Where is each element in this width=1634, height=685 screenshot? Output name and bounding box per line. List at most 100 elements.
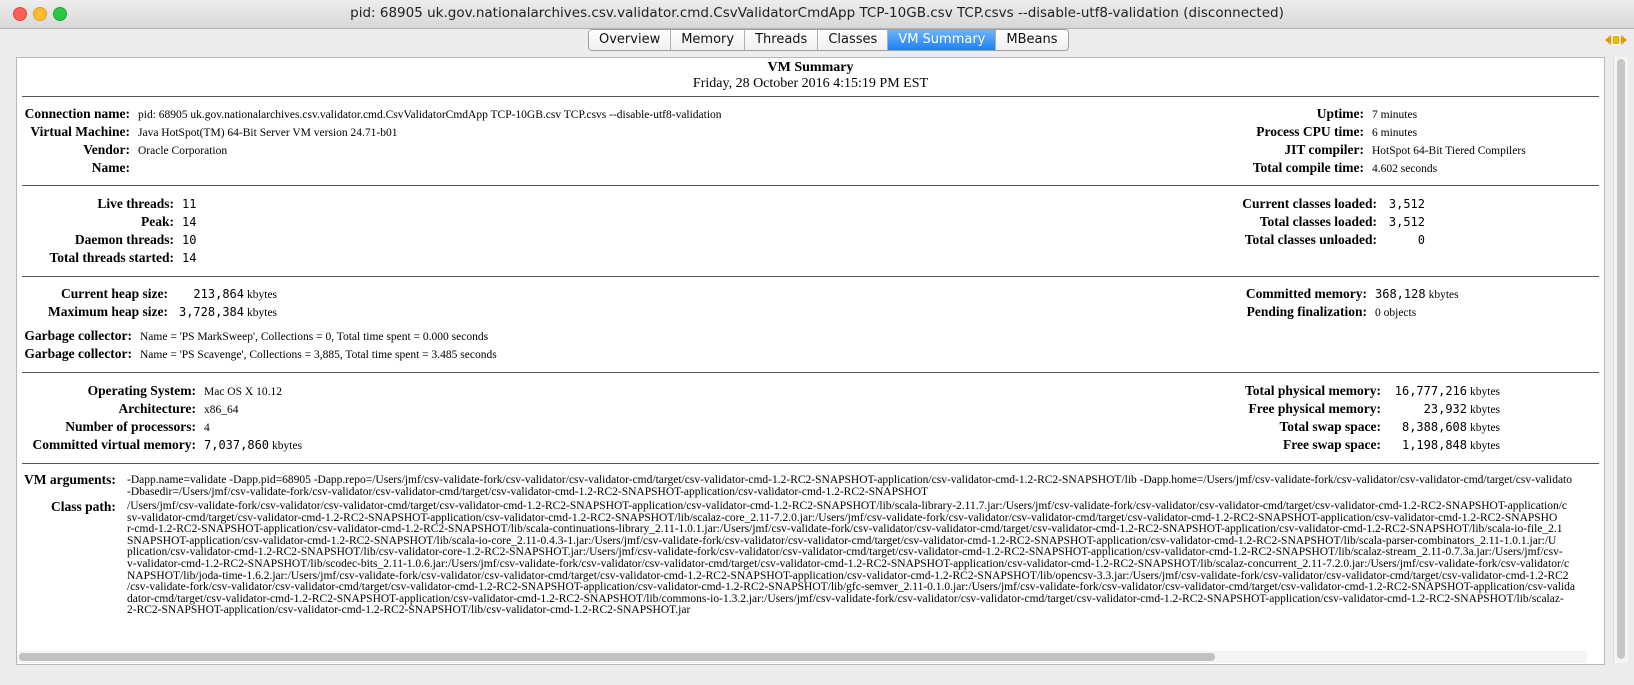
total-classes-unloaded-row: Total classes unloaded: 0 <box>1217 232 1425 250</box>
tab-overview[interactable]: Overview <box>589 30 672 50</box>
live-threads-label: Live threads: <box>97 196 174 211</box>
architecture-value: x86_64 <box>204 404 239 416</box>
total-physical-memory-row: Total physical memory: 16,777,216 kbytes <box>1217 383 1500 401</box>
committed-memory-row: Committed memory: 368,128 kbytes <box>1217 286 1459 304</box>
tab-threads[interactable]: Threads <box>745 30 819 50</box>
pending-finalization-row: Pending finalization: 0 objects <box>1217 304 1417 322</box>
tab-vm-summary[interactable]: VM Summary <box>888 30 997 50</box>
pending-finalization-label: Pending finalization: <box>1246 304 1367 319</box>
pending-finalization-value: 0 objects <box>1375 307 1417 319</box>
divider <box>22 96 1599 97</box>
process-cpu-time-value: 6 minutes <box>1372 127 1418 139</box>
tab-classes[interactable]: Classes <box>818 30 889 50</box>
committed-virtual-memory-value: 7,037,860 <box>204 438 270 452</box>
tab-memory[interactable]: Memory <box>671 30 746 50</box>
total-classes-unloaded-value: 0 <box>1417 233 1425 247</box>
total-physical-memory-unit: kbytes <box>1470 386 1501 398</box>
live-threads-value: 11 <box>182 197 197 211</box>
current-classes-loaded-row: Current classes loaded: 3,512 <box>1217 196 1425 214</box>
peak-threads-label: Peak: <box>141 214 174 229</box>
class-path-label: Class path: <box>51 499 116 514</box>
gc-value: Name = 'PS Scavenge', Collections = 3,88… <box>140 349 497 361</box>
divider <box>22 185 1599 186</box>
virtual-machine-label: Virtual Machine: <box>30 124 130 139</box>
processors-row: Number of processors: 4 <box>24 419 210 437</box>
total-threads-started-row: Total threads started: 14 <box>24 250 197 268</box>
jit-compiler-value: HotSpot 64-Bit Tiered Compilers <box>1372 145 1526 157</box>
architecture-row: Architecture: x86_64 <box>24 401 239 419</box>
virtual-machine-row: Virtual Machine: Java HotSpot(TM) 64-Bit… <box>24 124 397 142</box>
total-threads-started-value: 14 <box>182 251 197 265</box>
summary-datetime: Friday, 28 October 2016 4:15:19 PM EST <box>692 76 929 91</box>
current-heap-unit: kbytes <box>247 289 278 301</box>
current-heap-label: Current heap size: <box>61 286 168 301</box>
operating-system-row: Operating System: Mac OS X 10.12 <box>24 383 282 401</box>
total-swap-space-value: 8,388,608 <box>1401 420 1467 434</box>
gc-label: Garbage collector: <box>24 328 132 343</box>
horizontal-scrollbar[interactable] <box>17 651 1587 663</box>
peak-threads-value: 14 <box>182 215 197 229</box>
free-physical-memory-row: Free physical memory: 23,932 kbytes <box>1217 401 1501 419</box>
uptime-label: Uptime: <box>1316 106 1364 121</box>
daemon-threads-label: Daemon threads: <box>74 232 174 247</box>
free-swap-space-value: 1,198,848 <box>1401 438 1467 452</box>
committed-memory-unit: kbytes <box>1428 289 1459 301</box>
gc-label: Garbage collector: <box>24 346 132 361</box>
uptime-value: 7 minutes <box>1372 109 1418 121</box>
current-heap-row: Current heap size: 213,864 kbytes <box>24 286 277 304</box>
divider <box>22 372 1599 373</box>
connection-name-row: Connection name: pid: 68905 uk.gov.natio… <box>24 106 722 124</box>
total-swap-space-unit: kbytes <box>1470 422 1501 434</box>
summary-title: VM Summary <box>767 60 854 75</box>
process-cpu-time-row: Process CPU time: 6 minutes <box>1217 124 1417 142</box>
total-classes-loaded-value: 3,512 <box>1388 215 1425 229</box>
connection-name-label: Connection name: <box>24 106 130 121</box>
max-heap-label: Maximum heap size: <box>48 304 168 319</box>
free-physical-memory-label: Free physical memory: <box>1248 401 1381 416</box>
current-heap-value: 213,864 <box>193 287 244 301</box>
jit-compiler-label: JIT compiler: <box>1284 142 1364 157</box>
daemon-threads-row: Daemon threads: 10 <box>24 232 197 250</box>
vertical-scrollbar[interactable] <box>1613 57 1628 663</box>
total-physical-memory-label: Total physical memory: <box>1245 383 1381 398</box>
total-classes-loaded-label: Total classes loaded: <box>1259 214 1377 229</box>
title-bar: pid: 68905 uk.gov.nationalarchives.csv.v… <box>0 0 1634 29</box>
total-classes-loaded-row: Total classes loaded: 3,512 <box>1217 214 1425 232</box>
gc-value: Name = 'PS MarkSweep', Collections = 0, … <box>140 331 489 343</box>
total-physical-memory-value: 16,777,216 <box>1394 384 1467 398</box>
gc-row: Garbage collector: Name = 'PS Scavenge',… <box>24 346 497 364</box>
window-title: pid: 68905 uk.gov.nationalarchives.csv.v… <box>350 5 1284 21</box>
jit-compiler-row: JIT compiler: HotSpot 64-Bit Tiered Comp… <box>1217 142 1526 160</box>
total-compile-time-label: Total compile time: <box>1252 160 1364 175</box>
vertical-scroll-thumb[interactable] <box>1617 59 1625 659</box>
tab-mbeans[interactable]: MBeans <box>996 30 1068 50</box>
max-heap-row: Maximum heap size: 3,728,384 kbytes <box>24 304 277 322</box>
detach-tab-icon[interactable] <box>1604 33 1628 47</box>
daemon-threads-value: 10 <box>182 233 197 247</box>
process-cpu-time-label: Process CPU time: <box>1256 124 1364 139</box>
vm-arguments-value: -Dapp.name=validate -Dapp.pid=68905 -Dap… <box>127 475 1572 498</box>
current-classes-loaded-value: 3,512 <box>1388 197 1425 211</box>
operating-system-label: Operating System: <box>87 383 196 398</box>
virtual-machine-value: Java HotSpot(TM) 64-Bit Server VM versio… <box>138 127 398 139</box>
max-heap-unit: kbytes <box>247 307 278 319</box>
total-swap-space-row: Total swap space: 8,388,608 kbytes <box>1217 419 1500 437</box>
total-compile-time-row: Total compile time: 4.602 seconds <box>1217 160 1437 178</box>
live-threads-row: Live threads: 11 <box>24 196 196 214</box>
connection-name-value: pid: 68905 uk.gov.nationalarchives.csv.v… <box>138 109 722 121</box>
architecture-label: Architecture: <box>118 401 196 416</box>
tab-bar: Overview Memory Threads Classes VM Summa… <box>588 29 1069 51</box>
committed-virtual-memory-unit: kbytes <box>272 440 303 452</box>
gc-row: Garbage collector: Name = 'PS MarkSweep'… <box>24 328 488 346</box>
vm-arguments-label: VM arguments: <box>24 472 116 487</box>
total-compile-time-value: 4.602 seconds <box>1372 163 1438 175</box>
free-physical-memory-unit: kbytes <box>1470 404 1501 416</box>
max-heap-value: 3,728,384 <box>178 305 244 319</box>
committed-memory-label: Committed memory: <box>1245 286 1367 301</box>
free-swap-space-unit: kbytes <box>1470 440 1501 452</box>
horizontal-scroll-thumb[interactable] <box>19 653 1215 661</box>
divider <box>22 276 1599 277</box>
vendor-label: Vendor: <box>83 142 130 157</box>
name-row: Name: <box>24 160 138 178</box>
committed-virtual-memory-row: Committed virtual memory: 7,037,860 kbyt… <box>24 437 303 455</box>
